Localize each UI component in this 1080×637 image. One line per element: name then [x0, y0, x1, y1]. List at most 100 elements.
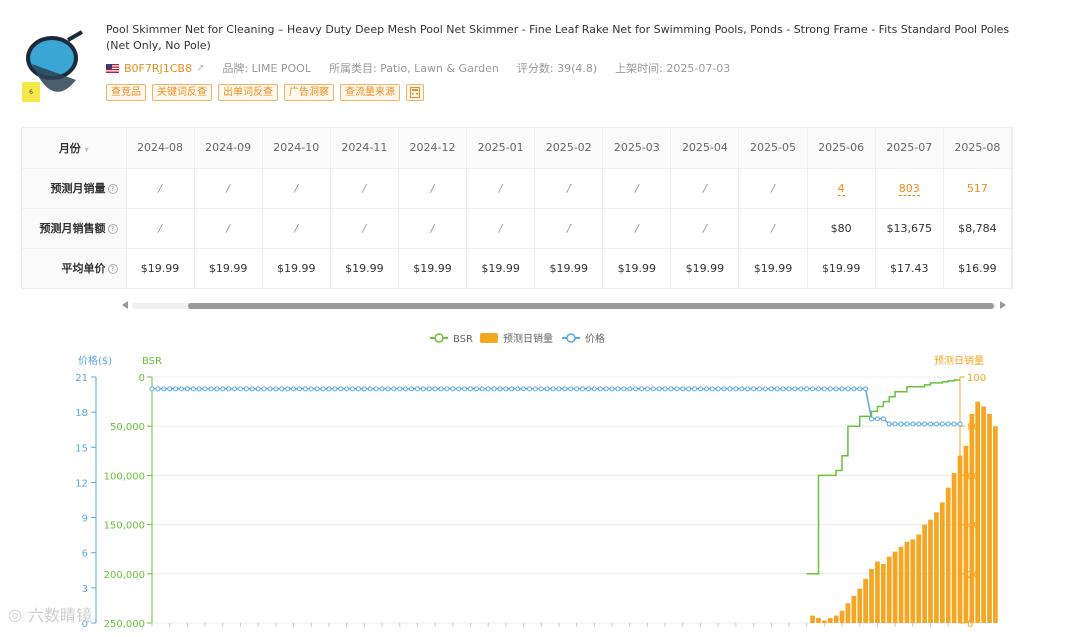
daily-sales-bar — [969, 413, 975, 623]
table-header-row: 月份 ▾ 2024-08 2024-09 2024-10 2024-11 2024-12… — [22, 128, 1013, 169]
table-cell[interactable]: 803 — [875, 168, 944, 209]
price-point — [485, 386, 491, 392]
price-point — [591, 386, 597, 392]
price-point — [680, 386, 686, 392]
daily-sales-bar — [863, 578, 868, 623]
table-cell: $19.99 — [126, 248, 195, 288]
competitor-button[interactable]: 查竞品 — [106, 84, 146, 101]
price-point — [473, 386, 479, 392]
price-point — [391, 386, 397, 392]
price-point — [190, 386, 196, 392]
table-cell: / — [738, 168, 808, 209]
daily-sales-bar — [916, 534, 922, 623]
daily-sales-bar — [833, 615, 839, 623]
table-cell: $19.99 — [738, 248, 808, 288]
legend-label: 价格 — [585, 332, 605, 345]
table-cell: $16.99 — [943, 248, 1013, 288]
price-point — [403, 386, 409, 392]
price-tick-label: 6 — [82, 549, 88, 560]
scroll-left-arrow-icon[interactable] — [122, 301, 128, 309]
price-point — [414, 386, 420, 392]
price-point — [267, 386, 273, 392]
price-point — [615, 386, 621, 392]
price-point — [951, 421, 957, 427]
asin-link[interactable]: B0F7RJ1CB8 — [124, 62, 192, 75]
price-point — [880, 416, 886, 422]
pool-skimmer-net-image[interactable]: 6 — [18, 30, 86, 102]
price-point — [633, 386, 639, 392]
price-point — [344, 386, 350, 392]
daily-sales-bar — [904, 541, 910, 623]
table-scrollbar[interactable] — [118, 299, 1010, 313]
keyword-reverse-button[interactable]: 关键词反查 — [152, 84, 212, 101]
table-cell: / — [194, 208, 263, 249]
price-point — [379, 386, 385, 392]
price-point — [709, 386, 715, 392]
legend-marker — [434, 333, 444, 343]
bsr-tick-label: 150,000 — [104, 521, 145, 532]
price-point — [892, 421, 898, 427]
legend-marker — [566, 333, 576, 343]
question-circle-icon[interactable]: ? — [107, 184, 118, 194]
product-title[interactable]: Pool Skimmer Net for Cleaning – Heavy Du… — [106, 22, 1016, 54]
external-link-icon[interactable]: ↗ — [196, 63, 204, 74]
month-column-header: 2025-06 — [807, 128, 876, 169]
calculator-icon[interactable] — [406, 84, 424, 101]
price-point — [385, 386, 391, 392]
table-cell[interactable]: 4 — [807, 168, 876, 209]
price-point — [621, 386, 627, 392]
monthly-sales-table: 月份 ▾ 2024-08 2024-09 2024-10 2024-11 2024-12… — [21, 127, 1013, 289]
price-point — [273, 386, 279, 392]
ad-insight-button[interactable]: 广告洞察 — [284, 84, 334, 101]
price-point — [644, 386, 650, 392]
table-cell[interactable]: 517 — [943, 168, 1013, 209]
table-cell: / — [602, 168, 672, 209]
price-point — [178, 386, 184, 392]
price-point — [721, 386, 727, 392]
traffic-source-button[interactable]: 查流量来源 — [340, 84, 400, 101]
table-cell: / — [466, 168, 536, 209]
month-column-header: 2024-11 — [330, 128, 399, 169]
order-keyword-button[interactable]: 出单词反查 — [218, 84, 278, 101]
price-point — [296, 386, 302, 392]
legend-swatch — [480, 333, 498, 343]
price-point — [550, 386, 556, 392]
daily-sales-bar — [839, 610, 845, 623]
legend-label: BSR — [453, 334, 473, 345]
price-point — [491, 386, 497, 392]
price-point — [692, 386, 698, 392]
price-point — [656, 386, 662, 392]
daily-sales-bar — [821, 620, 827, 623]
daily-sales-bar — [922, 524, 927, 623]
daily-sales-bar — [816, 618, 821, 623]
brand-text: 品牌: LIME POOL — [222, 62, 311, 75]
sales-trend-chart: BSR 预测日销量 价格价格($) BSR 预测日销量211815129630050,0… — [75, 332, 998, 630]
price-tick-label: 21 — [75, 373, 88, 384]
table-cell: $19.99 — [807, 248, 876, 288]
price-point — [232, 386, 238, 392]
price-point — [196, 386, 202, 392]
bsr-tick-label: 50,000 — [110, 422, 145, 433]
daily-sales-bar — [875, 561, 880, 623]
scroll-thumb[interactable] — [188, 303, 994, 309]
daily-sales-bar — [910, 539, 916, 623]
price-point — [314, 386, 320, 392]
price-point — [255, 386, 261, 392]
month-column-header: 2024-08 — [126, 128, 195, 169]
price-point — [149, 386, 155, 392]
price-point — [650, 386, 656, 392]
price-point — [733, 386, 739, 392]
question-circle-icon[interactable]: ? — [107, 264, 118, 275]
price-point — [922, 421, 928, 427]
price-point — [444, 386, 450, 392]
table-cell: / — [670, 168, 740, 209]
svg-text:6: 6 — [29, 89, 33, 96]
scroll-right-arrow-icon[interactable] — [1000, 301, 1006, 309]
table-cell: / — [534, 168, 604, 209]
price-point — [167, 386, 173, 392]
month-column-header: 2025-07 — [875, 128, 944, 169]
question-circle-icon[interactable]: ? — [107, 224, 118, 234]
price-point — [503, 386, 509, 392]
table-cell: $19.99 — [534, 248, 604, 288]
daily-sales-bar — [857, 588, 863, 623]
